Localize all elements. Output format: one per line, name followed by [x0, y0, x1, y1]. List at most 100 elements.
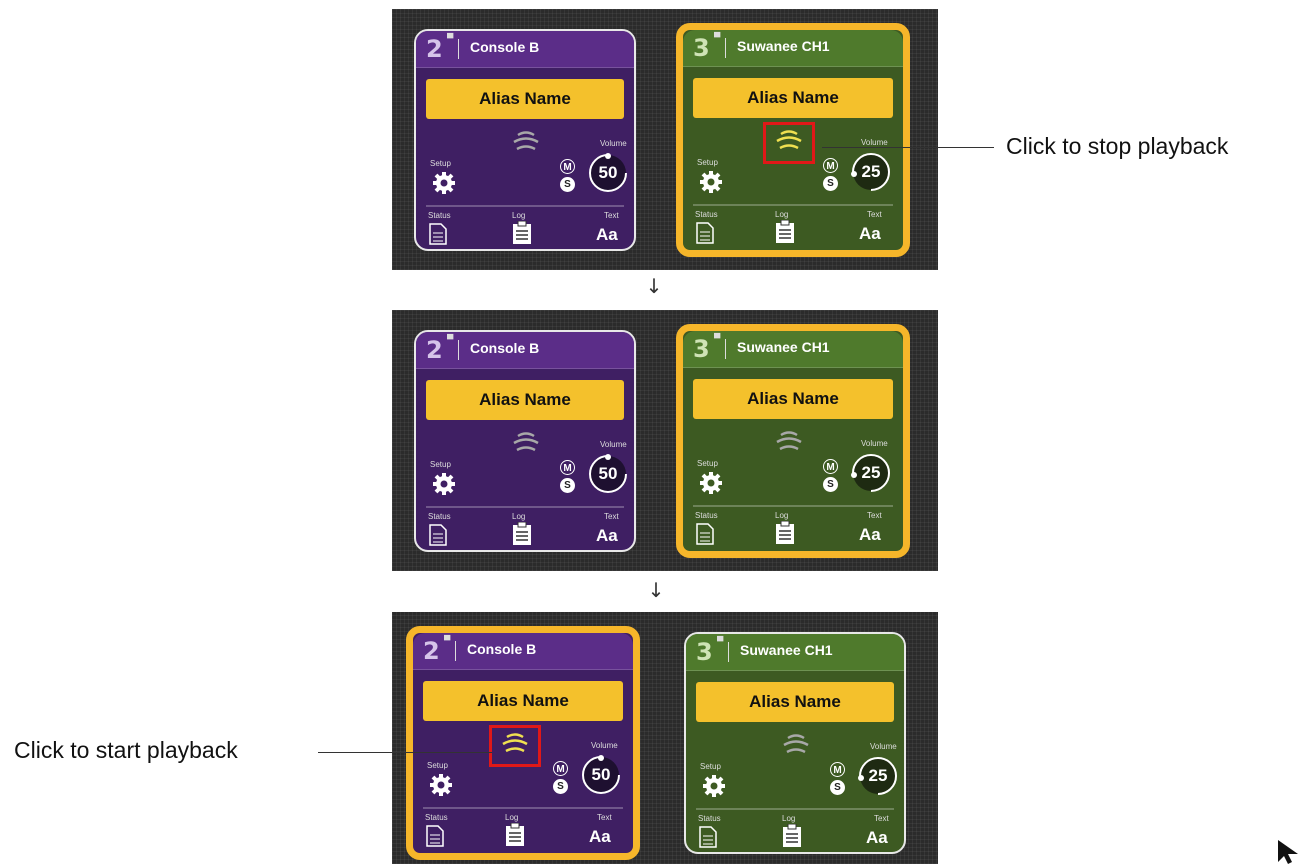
clipboard-icon[interactable] [512, 522, 532, 546]
solo-icon[interactable]: S [553, 779, 568, 794]
header-separator [458, 39, 459, 59]
volume-value: 25 [861, 162, 881, 181]
down-arrow-icon: ↓ [647, 578, 665, 602]
gear-icon[interactable] [432, 171, 456, 195]
gear-icon[interactable] [432, 472, 456, 496]
solo-icon[interactable]: S [560, 177, 575, 192]
gear-icon[interactable] [702, 774, 726, 798]
mute-icon[interactable]: M [560, 159, 575, 174]
cursor-icon [1278, 840, 1298, 864]
channel-card-console-b[interactable]: 2 ▀ Console B Alias Name Setup M S Volum… [406, 626, 640, 860]
channel-caret-icon[interactable]: ▀ [447, 334, 453, 344]
text-icon[interactable]: Aa [859, 525, 881, 545]
solo-icon[interactable]: S [560, 478, 575, 493]
header-separator [725, 38, 726, 58]
channel-name: Console B [470, 340, 540, 356]
channel-card-suwanee-ch1[interactable]: 3 ▀ Suwanee CH1 Alias Name Setup M S Vol… [676, 324, 910, 558]
document-icon[interactable] [426, 825, 444, 847]
text-label: Text [874, 814, 889, 823]
channel-number: 3 [693, 335, 710, 363]
text-icon[interactable]: Aa [866, 828, 888, 848]
channel-caret-icon[interactable]: ▀ [444, 635, 450, 645]
callout-stop-playback: Click to stop playback [1006, 133, 1229, 159]
volume-value: 50 [598, 163, 618, 182]
alias-name-field[interactable]: Alias Name [426, 79, 624, 119]
card-header: 3 ▀ Suwanee CH1 [683, 30, 903, 67]
gear-icon[interactable] [699, 170, 723, 194]
clipboard-icon[interactable] [775, 220, 795, 244]
gear-icon[interactable] [699, 471, 723, 495]
volume-knob-icon[interactable]: 50 [588, 454, 628, 494]
wave-icon[interactable] [771, 427, 807, 457]
text-icon[interactable]: Aa [596, 526, 618, 546]
channel-card-suwanee-ch1[interactable]: 3 ▀ Suwanee CH1 Alias Name Setup M S Vol… [684, 632, 906, 854]
volume-knob-icon[interactable]: 25 [851, 453, 891, 493]
status-label: Status [425, 813, 448, 822]
solo-icon[interactable]: S [830, 780, 845, 795]
card-header: 3 ▀ Suwanee CH1 [686, 634, 904, 671]
volume-value: 50 [591, 765, 611, 784]
setup-label: Setup [430, 159, 451, 168]
document-icon[interactable] [696, 222, 714, 244]
document-icon[interactable] [429, 223, 447, 245]
alias-name-field[interactable]: Alias Name [426, 380, 624, 420]
document-icon[interactable] [429, 524, 447, 546]
clipboard-icon[interactable] [782, 824, 802, 848]
down-arrow-icon: ↓ [645, 274, 663, 298]
volume-knob-icon[interactable]: 25 [851, 152, 891, 192]
document-icon[interactable] [696, 523, 714, 545]
volume-knob-icon[interactable]: 25 [858, 756, 898, 796]
panel-step-2: 2 ▀ Console B Alias Name Setup M S Volum… [392, 310, 938, 571]
volume-label: Volume [591, 741, 618, 750]
alias-name-field[interactable]: Alias Name [693, 379, 893, 419]
panel-step-1: 2 ▀ Console B Alias Name Setup M S Volum… [392, 9, 938, 270]
status-label: Status [695, 511, 718, 520]
channel-caret-icon[interactable]: ▀ [714, 32, 720, 42]
alias-name-field[interactable]: Alias Name [423, 681, 623, 721]
channel-card-console-b[interactable]: 2 ▀ Console B Alias Name Setup M S Volum… [414, 330, 636, 552]
wave-icon[interactable] [508, 127, 544, 157]
wave-icon[interactable] [508, 428, 544, 458]
volume-label: Volume [861, 439, 888, 448]
channel-number: 3 [693, 34, 710, 62]
card-body: 2 ▀ Console B Alias Name Setup M S Volum… [413, 633, 633, 853]
card-body: 3 ▀ Suwanee CH1 Alias Name Setup M S Vol… [683, 331, 903, 551]
wave-icon[interactable] [778, 730, 814, 760]
text-label: Text [604, 512, 619, 521]
clipboard-icon[interactable] [775, 521, 795, 545]
channel-caret-icon[interactable]: ▀ [717, 636, 723, 646]
text-icon[interactable]: Aa [859, 224, 881, 244]
header-separator [458, 340, 459, 360]
clipboard-icon[interactable] [505, 823, 525, 847]
card-divider [426, 506, 624, 508]
mute-icon[interactable]: M [830, 762, 845, 777]
status-label: Status [695, 210, 718, 219]
document-icon[interactable] [699, 826, 717, 848]
mute-icon[interactable]: M [823, 158, 838, 173]
volume-knob-icon[interactable]: 50 [588, 153, 628, 193]
alias-name-field[interactable]: Alias Name [696, 682, 894, 722]
text-label: Text [604, 211, 619, 220]
solo-icon[interactable]: S [823, 176, 838, 191]
channel-card-console-b[interactable]: 2 ▀ Console B Alias Name Setup M S Volum… [414, 29, 636, 251]
text-label: Text [867, 210, 882, 219]
mute-icon[interactable]: M [823, 459, 838, 474]
channel-card-suwanee-ch1[interactable]: 3 ▀ Suwanee CH1 Alias Name Setup M S Vol… [676, 23, 910, 257]
channel-name: Suwanee CH1 [740, 642, 833, 658]
mute-icon[interactable]: M [560, 460, 575, 475]
channel-caret-icon[interactable]: ▀ [714, 333, 720, 343]
log-label: Log [775, 210, 789, 219]
gear-icon[interactable] [429, 773, 453, 797]
log-label: Log [505, 813, 519, 822]
clipboard-icon[interactable] [512, 221, 532, 245]
channel-number: 2 [426, 35, 443, 63]
solo-icon[interactable]: S [823, 477, 838, 492]
alias-name-field[interactable]: Alias Name [693, 78, 893, 118]
header-separator [455, 641, 456, 661]
setup-label: Setup [697, 158, 718, 167]
mute-icon[interactable]: M [553, 761, 568, 776]
text-icon[interactable]: Aa [589, 827, 611, 847]
text-icon[interactable]: Aa [596, 225, 618, 245]
channel-caret-icon[interactable]: ▀ [447, 33, 453, 43]
volume-knob-icon[interactable]: 50 [581, 755, 621, 795]
